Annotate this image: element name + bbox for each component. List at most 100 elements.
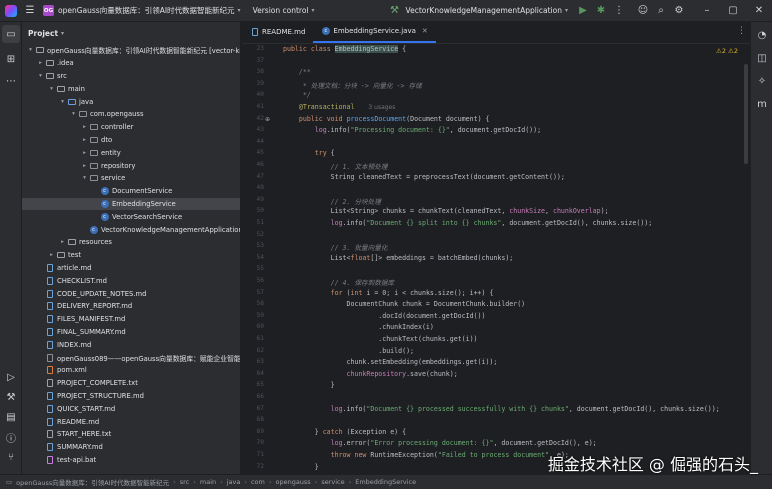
tree-item-service[interactable]: ▾ service — [22, 172, 240, 185]
code-line: /** — [283, 68, 311, 77]
chevron-down-icon: ▾ — [61, 98, 64, 105]
tree-item-main[interactable]: ▾ main — [22, 82, 240, 95]
breadcrumb-item[interactable]: openGauss向量数据库：引领AI时代数据智能新纪元 — [16, 477, 169, 487]
tree-item-package[interactable]: ▾ com.opengauss — [22, 108, 240, 121]
tree-item-file[interactable]: QUICK_START.md — [22, 402, 240, 415]
breadcrumb-item[interactable]: service — [321, 478, 344, 486]
tree-item-resources[interactable]: ▸ resources — [22, 236, 240, 249]
tree-item-file[interactable]: START_HERE.txt — [22, 428, 240, 441]
tree-item-file[interactable]: INDEX.md — [22, 338, 240, 351]
inspection-warnings[interactable]: ⚠2 ⚠2 — [716, 47, 738, 55]
line-number-gutter: 23 37 38 39 40 41 42 43 44 45 46 47 48 49 50 51 52 53 54 55… — [242, 44, 272, 474]
project-selector[interactable]: OG openGauss向量数据库：引领AI时代数据智能新纪元 ▾ — [43, 5, 241, 16]
tree-item-file[interactable]: CHECKLIST.md — [22, 274, 240, 287]
tree-item-test[interactable]: ▸ test — [22, 249, 240, 262]
tree-item-file[interactable]: FINAL_SUMMARY.md — [22, 326, 240, 339]
tree-item-file[interactable]: README.md — [22, 415, 240, 428]
chevron-right-icon: › — [268, 478, 272, 486]
tree-item-java[interactable]: ▾ java — [22, 95, 240, 108]
git-icon[interactable]: ⑂ — [2, 448, 20, 466]
notifications-icon[interactable]: ◔ — [753, 26, 771, 44]
code-line: // 2. 分块处理 — [330, 197, 381, 206]
chevron-down-icon: ▾ — [72, 111, 75, 118]
tree-item-file[interactable]: CODE_UPDATE_NOTES.md — [22, 287, 240, 300]
class-icon: c — [100, 212, 109, 221]
breadcrumb-item[interactable]: src — [180, 478, 190, 486]
line-number: 56 — [256, 277, 264, 284]
build-icon[interactable]: ⚒ — [2, 388, 20, 406]
line-number: 48 — [256, 184, 264, 192]
close-tab-icon[interactable]: ✕ — [422, 27, 428, 35]
package-icon — [89, 123, 98, 131]
tree-item-dto[interactable]: ▸ dto — [22, 134, 240, 147]
tree-item-file[interactable]: PROJECT_STRUCTURE.md — [22, 390, 240, 403]
tree-item-file[interactable]: SUMMARY.md — [22, 441, 240, 454]
vcs-label: Version control — [252, 6, 309, 15]
structure-tool-icon[interactable]: ⊞ — [2, 50, 20, 68]
more-tools-icon[interactable]: ⋯ — [2, 72, 20, 90]
breadcrumb-item[interactable]: com — [251, 478, 265, 486]
ai-assistant-icon[interactable]: ✧ — [753, 72, 771, 90]
tree-item-file[interactable]: FILES_MANIFEST.md — [22, 313, 240, 326]
tree-item-file[interactable]: openGauss089——openGauss向量数据库：赋能企业智能知识 — [22, 351, 240, 364]
tree-item-idea[interactable]: ▸ .idea — [22, 57, 240, 70]
tree-item-application[interactable]: c VectorKnowledgeManagementApplication — [22, 223, 240, 236]
vcs-selector[interactable]: Version control ▾ — [253, 6, 315, 15]
minimize-icon[interactable]: – — [698, 2, 716, 20]
main-menu-icon[interactable]: ☰ — [21, 2, 39, 20]
tree-item-file[interactable]: article.md — [22, 262, 240, 275]
tab-embeddingservice[interactable]: c EmbeddingService.java ✕ — [313, 21, 436, 43]
project-tool-icon[interactable]: ▭ — [2, 25, 20, 43]
tree-item-vectorsearchservice[interactable]: c VectorSearchService — [22, 210, 240, 223]
code-line: List<float[]> embeddings = batchEmbed(ch… — [283, 253, 514, 262]
terminal-icon[interactable]: ▤ — [2, 408, 20, 426]
line-number: 42 — [256, 114, 264, 122]
tree-item-root[interactable]: ▾ openGauss向量数据库：引领AI时代数据智能新纪元 [vector-kn… — [22, 44, 240, 57]
tree-item-repository[interactable]: ▸ repository — [22, 159, 240, 172]
package-icon — [89, 149, 98, 157]
breadcrumb-item[interactable]: opengauss — [275, 478, 310, 486]
tree-item-src[interactable]: ▾ src — [22, 70, 240, 83]
tree-item-documentservice[interactable]: c DocumentService — [22, 185, 240, 198]
folder-icon — [67, 238, 76, 246]
settings-icon[interactable]: ⚙ — [670, 2, 688, 20]
tree-item-file[interactable]: test-api.bat — [22, 454, 240, 467]
more-icon[interactable]: ⋮ — [610, 2, 628, 20]
problems-icon[interactable]: ⓘ — [2, 428, 20, 446]
code-editor[interactable]: 23 37 38 39 40 41 42 43 44 45 46 47 48 49 50 51 52 53 54 55… — [242, 44, 750, 474]
folder-icon — [45, 59, 54, 67]
tree-item-file[interactable]: pom.xml — [22, 364, 240, 377]
maven-icon[interactable]: m — [753, 95, 771, 113]
run-config-selector[interactable]: VectorKnowledgeManagementApplication ▾ — [406, 6, 568, 15]
search-icon[interactable]: ⌕ — [652, 2, 670, 20]
tree-item-file[interactable]: PROJECT_COMPLETE.txt — [22, 377, 240, 390]
markdown-file-icon — [45, 391, 54, 400]
tab-options-icon[interactable]: ⋮ — [737, 26, 746, 36]
tab-readme[interactable]: README.md — [242, 21, 313, 43]
breadcrumb-item[interactable]: EmbeddingService — [355, 478, 416, 486]
close-icon[interactable]: ✕ — [750, 2, 768, 20]
breadcrumb-item[interactable]: main — [200, 478, 216, 486]
left-tool-strip: ▭ ⊞ ⋯ ▷ ⚒ ▤ ⓘ ⑂ — [0, 22, 22, 474]
code-line: chunk.setEmbedding(embeddings.get(i)); — [283, 358, 498, 367]
maximize-icon[interactable]: ▢ — [724, 2, 742, 20]
implements-gutter-icon[interactable]: ⊕ — [265, 116, 270, 123]
tree-item-file[interactable]: DELIVERY_REPORT.md — [22, 300, 240, 313]
breadcrumb-item[interactable]: java — [227, 478, 241, 486]
code-line: List<String> chunks = chunkText(cleanedT… — [283, 207, 609, 216]
right-tool-strip: ◔ ◫ ✧ m — [750, 22, 772, 474]
line-number: 50 — [256, 207, 264, 215]
run-icon[interactable]: ▶ — [574, 2, 592, 20]
tree-item-entity[interactable]: ▸ entity — [22, 146, 240, 159]
tree-item-controller[interactable]: ▸ controller — [22, 121, 240, 134]
tree-item-embeddingservice[interactable]: c EmbeddingService — [22, 197, 240, 211]
hammer-icon[interactable]: ⚒ — [386, 2, 404, 20]
project-panel-header[interactable]: Project ▾ — [22, 22, 240, 44]
services-icon[interactable]: ▷ — [2, 368, 20, 386]
database-icon[interactable]: ◫ — [753, 49, 771, 67]
debug-icon[interactable]: ✱ — [592, 2, 610, 20]
editor-scrollbar[interactable] — [744, 64, 748, 164]
code-area[interactable]: public class EmbeddingService { /** * 处理… — [283, 44, 740, 474]
line-number: 52 — [256, 230, 264, 238]
user-icon[interactable]: ☺ — [634, 2, 652, 20]
